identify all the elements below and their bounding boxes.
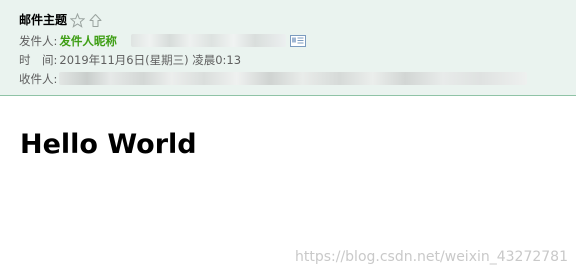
- contact-card-icon[interactable]: [289, 34, 306, 47]
- email-header: 邮件主题 发件人: 发件人昵称 时 间: 2019年11月6日(星期三) 凌晨0…: [0, 0, 576, 96]
- flag-icon[interactable]: [88, 13, 103, 28]
- email-subject: 邮件主题: [19, 13, 68, 27]
- recipient-row: 收件人:: [19, 69, 576, 88]
- email-body: Hello World: [20, 128, 197, 162]
- watermark: https://blog.csdn.net/weixin_43272781: [294, 249, 568, 265]
- sender-label: 发件人:: [19, 33, 58, 48]
- sender-address-redacted: [130, 34, 286, 47]
- body-heading: Hello World: [20, 129, 197, 160]
- subject-row: 邮件主题: [19, 9, 576, 31]
- time-value: 2019年11月6日(星期三) 凌晨0:13: [59, 52, 242, 67]
- star-icon[interactable]: [70, 12, 86, 28]
- recipient-label: 收件人:: [19, 71, 58, 86]
- recipient-list-redacted: [59, 72, 528, 85]
- time-row: 时 间: 2019年11月6日(星期三) 凌晨0:13: [19, 50, 576, 69]
- time-label: 时 间:: [19, 52, 58, 67]
- email-view: 邮件主题 发件人: 发件人昵称 时 间: 2019年11月6日(星期三) 凌晨0…: [0, 0, 576, 271]
- sender-name[interactable]: 发件人昵称: [59, 33, 117, 49]
- sender-row: 发件人: 发件人昵称: [19, 31, 576, 50]
